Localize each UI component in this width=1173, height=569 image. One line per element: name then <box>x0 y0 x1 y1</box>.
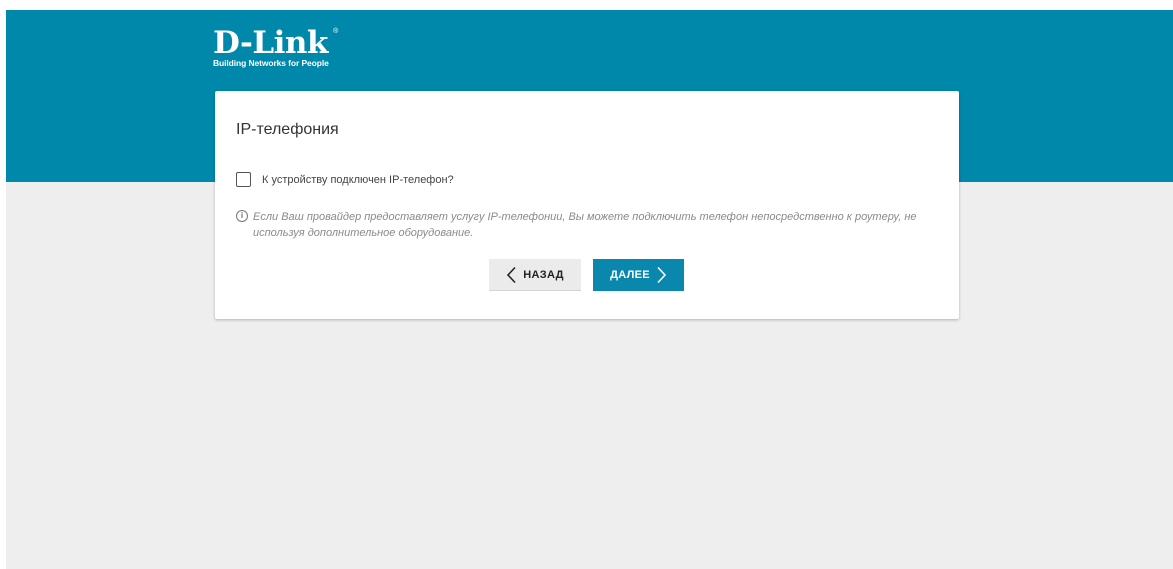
ip-phone-checkbox-label: К устройству подключен IP-телефон? <box>262 173 454 186</box>
page-title: IP-телефония <box>236 121 339 138</box>
logo-registered-mark: ® <box>333 28 338 35</box>
chevron-left-icon <box>507 266 516 283</box>
page-viewport: D-Link ® Building Networks for People IP-… <box>6 10 1173 569</box>
ip-phone-checkbox-row[interactable]: К устройству подключен IP-телефон? <box>236 172 454 187</box>
ip-phone-checkbox[interactable] <box>236 172 251 187</box>
info-circle-icon: i <box>236 210 248 222</box>
back-button[interactable]: НАЗАД <box>489 259 581 291</box>
dlink-logo: D-Link ® Building Networks for People <box>213 25 338 69</box>
info-hint: i Если Ваш провайдер предоставляет услуг… <box>236 209 946 241</box>
chevron-right-icon <box>657 266 667 284</box>
back-button-label: НАЗАД <box>523 268 564 281</box>
info-text: Если Ваш провайдер предоставляет услугу … <box>253 211 917 239</box>
next-button[interactable]: ДАЛЕЕ <box>593 259 684 291</box>
wizard-card: IP-телефония К устройству подключен IP-т… <box>215 91 959 319</box>
logo-wordmark: D-Link ® <box>213 25 338 61</box>
next-button-label: ДАЛЕЕ <box>610 269 650 281</box>
logo-text: D-Link <box>213 25 328 61</box>
